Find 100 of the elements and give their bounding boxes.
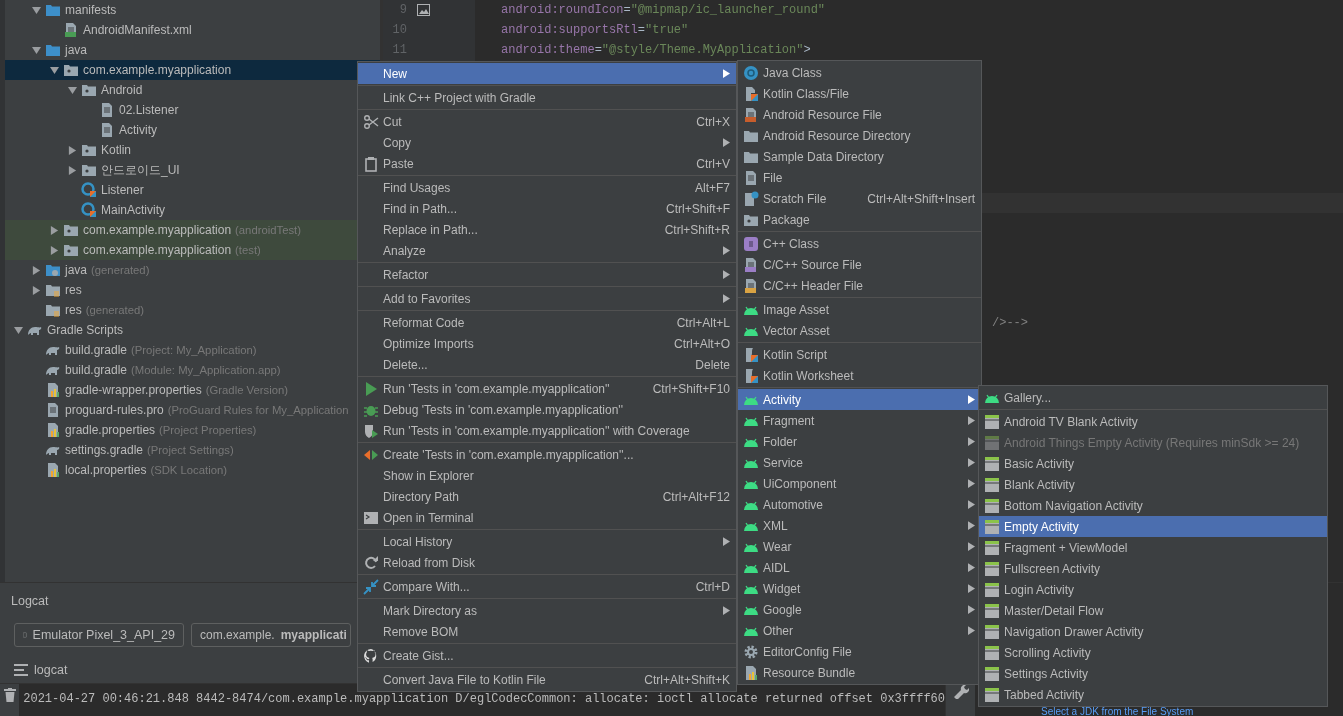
expand-arrow-icon[interactable]	[49, 225, 59, 235]
kotlin-script-icon	[743, 346, 759, 363]
menu-item[interactable]: Link C++ Project with Gradle	[358, 87, 736, 108]
terminal-icon	[363, 509, 379, 526]
folder-icon	[45, 282, 61, 298]
menu-item[interactable]: Kotlin Worksheet	[738, 365, 981, 386]
menu-item[interactable]: Fullscreen Activity	[979, 558, 1327, 579]
menu-item[interactable]: Activity	[738, 389, 981, 410]
menu-item[interactable]: Image Asset	[738, 299, 981, 320]
expand-arrow-icon[interactable]	[31, 265, 41, 275]
menu-item[interactable]: Login Activity	[979, 579, 1327, 600]
activity-template-icon	[984, 518, 1000, 535]
properties-file-icon	[45, 462, 61, 478]
menu-item[interactable]: Compare With... Ctrl+D	[358, 576, 736, 597]
menu-item[interactable]: C/C++ Header File	[738, 275, 981, 296]
menu-item[interactable]: Package	[738, 209, 981, 230]
expand-arrow-icon[interactable]	[31, 285, 41, 295]
menu-item[interactable]: Java Class	[738, 62, 981, 83]
menu-item[interactable]: Create Gist...	[358, 645, 736, 666]
menu-item[interactable]: Android Resource File	[738, 104, 981, 125]
tree-item[interactable]: com.example.myapplication	[5, 60, 380, 80]
menu-item[interactable]: Vector Asset	[738, 320, 981, 341]
menu-item[interactable]: Sample Data Directory	[738, 146, 981, 167]
menu-item[interactable]: Google	[738, 599, 981, 620]
compare-arrows-icon	[363, 578, 379, 595]
activity-template-icon	[984, 623, 1000, 640]
trash-icon[interactable]	[3, 688, 16, 702]
package-icon	[63, 242, 79, 258]
expand-arrow-icon[interactable]	[13, 325, 23, 335]
menu-item[interactable]: Directory Path Ctrl+Alt+F12	[358, 486, 736, 507]
gear-icon	[743, 643, 759, 660]
menu-item[interactable]: Navigation Drawer Activity	[979, 621, 1327, 642]
menu-item[interactable]: XML	[738, 515, 981, 536]
menu-item[interactable]: Kotlin Class/File	[738, 83, 981, 104]
process-dropdown[interactable]: com.example.myapplicati	[191, 623, 351, 647]
menu-item[interactable]: Fragment	[738, 410, 981, 431]
package-icon	[63, 222, 79, 238]
expand-arrow-icon[interactable]	[67, 145, 77, 155]
code-line: android:supportsRtl="true"	[501, 23, 689, 37]
menu-item[interactable]: Master/Detail Flow	[979, 600, 1327, 621]
menu-item[interactable]: Tabbed Activity	[979, 684, 1327, 705]
menu-item[interactable]: AIDL	[738, 557, 981, 578]
expand-arrow-icon[interactable]	[49, 65, 59, 75]
menu-item[interactable]: Fragment + ViewModel	[979, 537, 1327, 558]
folder-icon	[45, 42, 61, 58]
header-file-icon	[743, 277, 759, 294]
github-icon	[363, 647, 379, 664]
menu-item[interactable]: Settings Activity	[979, 663, 1327, 684]
menu-item[interactable]: Android Resource Directory	[738, 125, 981, 146]
menu-item[interactable]: Mark Directory as	[358, 600, 736, 621]
properties-file-icon	[45, 422, 61, 438]
menu-item[interactable]: Blank Activity	[979, 474, 1327, 495]
menu-item[interactable]: Android TV Blank Activity	[979, 411, 1327, 432]
menu-item[interactable]: Bottom Navigation Activity	[979, 495, 1327, 516]
menu-item[interactable]: Open in Terminal	[358, 507, 736, 528]
logcat-tab[interactable]: logcat	[34, 663, 68, 677]
menu-item[interactable]: Reload from Disk	[358, 552, 736, 573]
wrench-icon[interactable]	[952, 683, 969, 699]
file-icon	[99, 122, 115, 138]
menu-item[interactable]: Add to Favorites	[358, 288, 736, 309]
menu-item[interactable]: File	[738, 167, 981, 188]
menu-item[interactable]: Service	[738, 452, 981, 473]
activity-template-icon	[984, 602, 1000, 619]
menu-item[interactable]: New	[358, 63, 736, 84]
menu-item[interactable]: Widget	[738, 578, 981, 599]
menu-item[interactable]: Gallery...	[979, 387, 1327, 408]
expand-arrow-icon[interactable]	[67, 85, 77, 95]
expand-arrow-icon[interactable]	[31, 5, 41, 15]
properties-file-icon	[743, 664, 759, 681]
menu-item[interactable]: Scratch File Ctrl+Alt+Shift+Insert	[738, 188, 981, 209]
menu-item[interactable]: Cut Ctrl+X	[358, 111, 736, 132]
menu-item[interactable]: Wear	[738, 536, 981, 557]
tree-item[interactable]: AndroidManifest.xml	[5, 20, 380, 40]
menu-item[interactable]: C/C++ Source File	[738, 254, 981, 275]
menu-item[interactable]: UiComponent	[738, 473, 981, 494]
menu-item[interactable]: Scrolling Activity	[979, 642, 1327, 663]
menu-item[interactable]: C++ Class	[738, 233, 981, 254]
menu-item[interactable]: Folder	[738, 431, 981, 452]
expand-arrow-icon[interactable]	[31, 45, 41, 55]
menu-item[interactable]: EditorConfig File	[738, 641, 981, 662]
menu-item[interactable]: Remove BOM	[358, 621, 736, 642]
menu-item[interactable]: Convert Java File to Kotlin File Ctrl+Alt+Shift+K	[358, 669, 736, 690]
tree-item[interactable]: java	[5, 40, 380, 60]
menu-item[interactable]: Run 'Tests in 'com.example.myapplication'' Ctrl+Shift+F10	[358, 378, 736, 399]
menu-item[interactable]: Other	[738, 620, 981, 641]
expand-arrow-icon[interactable]	[67, 165, 77, 175]
menu-item[interactable]: Resource Bundle	[738, 662, 981, 683]
menu-item[interactable]: Basic Activity	[979, 453, 1327, 474]
panel-title: Logcat	[11, 594, 49, 608]
menu-item[interactable]: Empty Activity	[979, 516, 1327, 537]
refresh-icon	[363, 554, 379, 571]
menu-item[interactable]: Automotive	[738, 494, 981, 515]
expand-arrow-icon[interactable]	[49, 245, 59, 255]
menu-item[interactable]: Local History	[358, 531, 736, 552]
menu-item[interactable]: Kotlin Script	[738, 344, 981, 365]
folder-icon	[45, 2, 61, 18]
clipboard-icon	[363, 155, 379, 172]
menu-item[interactable]: Refactor	[358, 264, 736, 285]
tree-item[interactable]: manifests	[5, 0, 380, 20]
device-dropdown[interactable]: Emulator Pixel_3_API_29	[14, 623, 184, 647]
